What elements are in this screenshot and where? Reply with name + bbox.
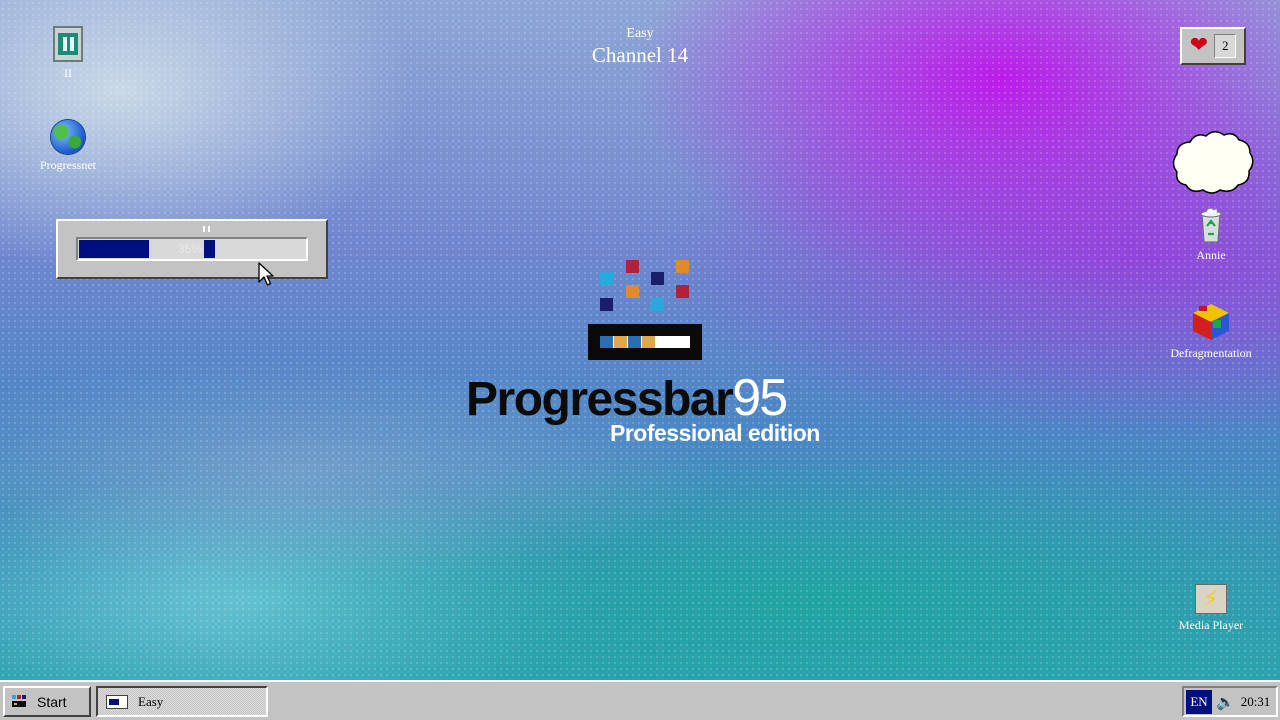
difficulty-label: Easy: [626, 26, 654, 41]
logo-square: [676, 260, 689, 273]
progress-bar-falling-segment: [204, 240, 215, 258]
progress-bar-track[interactable]: 35%: [76, 237, 308, 261]
pause-window-icon: [53, 26, 83, 62]
desktop-icon-annie[interactable]: Annie: [1176, 204, 1246, 263]
logo-title-word: Progressbar: [466, 373, 734, 426]
recycle-bin-icon: [1200, 207, 1222, 243]
desktop-icon-label: Defragmentation: [1170, 346, 1252, 360]
thought-cloud-icon: [1172, 131, 1254, 194]
logo-square: [676, 285, 689, 298]
mouse-cursor-icon: [258, 262, 274, 286]
desktop-icon-ii[interactable]: II: [44, 26, 92, 81]
start-label: Start: [37, 693, 67, 710]
taskbar: Start Easy EN 🔈 20:31: [0, 680, 1280, 720]
logo-square: [626, 260, 639, 273]
media-player-icon: ⚡: [1195, 584, 1227, 614]
language-indicator[interactable]: EN: [1186, 689, 1212, 714]
channel-name: Channel 14: [591, 43, 689, 67]
desktop-icon-label: II: [64, 66, 72, 80]
progress-percent-label: 35%: [178, 242, 203, 256]
desktop-icon-label: Annie: [1196, 248, 1226, 262]
window-icon: [106, 694, 128, 709]
desktop-icon-label: Progressnet: [40, 158, 96, 172]
start-logo-icon: [12, 694, 26, 707]
logo-version: 95: [732, 369, 788, 427]
system-tray: EN 🔈 20:31: [1182, 686, 1278, 717]
start-button[interactable]: Start: [3, 686, 91, 717]
desktop-icon-progressnet[interactable]: Progressnet: [28, 120, 108, 173]
taskbar-item-label: Easy: [138, 693, 164, 709]
progress-bar-fill: [79, 240, 149, 258]
globe-icon: [51, 120, 85, 154]
lives-count: 2: [1214, 34, 1237, 58]
desktop-icon-label: Media Player: [1178, 618, 1244, 632]
taskbar-item-easy[interactable]: Easy: [96, 686, 268, 717]
logo-square: [651, 272, 664, 285]
logo-square: [651, 298, 664, 311]
logo-square: [626, 285, 639, 298]
logo-square: [600, 272, 613, 285]
heart-icon: ❤: [1189, 33, 1209, 58]
defrag-cube-icon: [1193, 304, 1229, 340]
desktop-icon-media-player[interactable]: ⚡ Media Player: [1170, 584, 1252, 633]
falling-bits: [203, 219, 213, 237]
logo-subtitle: Professional edition: [610, 420, 820, 446]
speaker-icon[interactable]: 🔈: [1216, 693, 1235, 711]
logo-title: Progressbar95: [466, 369, 788, 427]
clock: 20:31: [1240, 693, 1271, 709]
progress-window[interactable]: 35%: [56, 219, 328, 279]
channel-indicator: Easy Channel 14: [560, 26, 720, 68]
desktop-icon-defragmentation[interactable]: Defragmentation: [1160, 302, 1262, 361]
logo-square: [600, 298, 613, 311]
logo-progressbar-graphic: [588, 324, 702, 360]
logo-pixel-squares: [596, 258, 696, 318]
lives-counter: ❤ 2: [1180, 27, 1246, 65]
